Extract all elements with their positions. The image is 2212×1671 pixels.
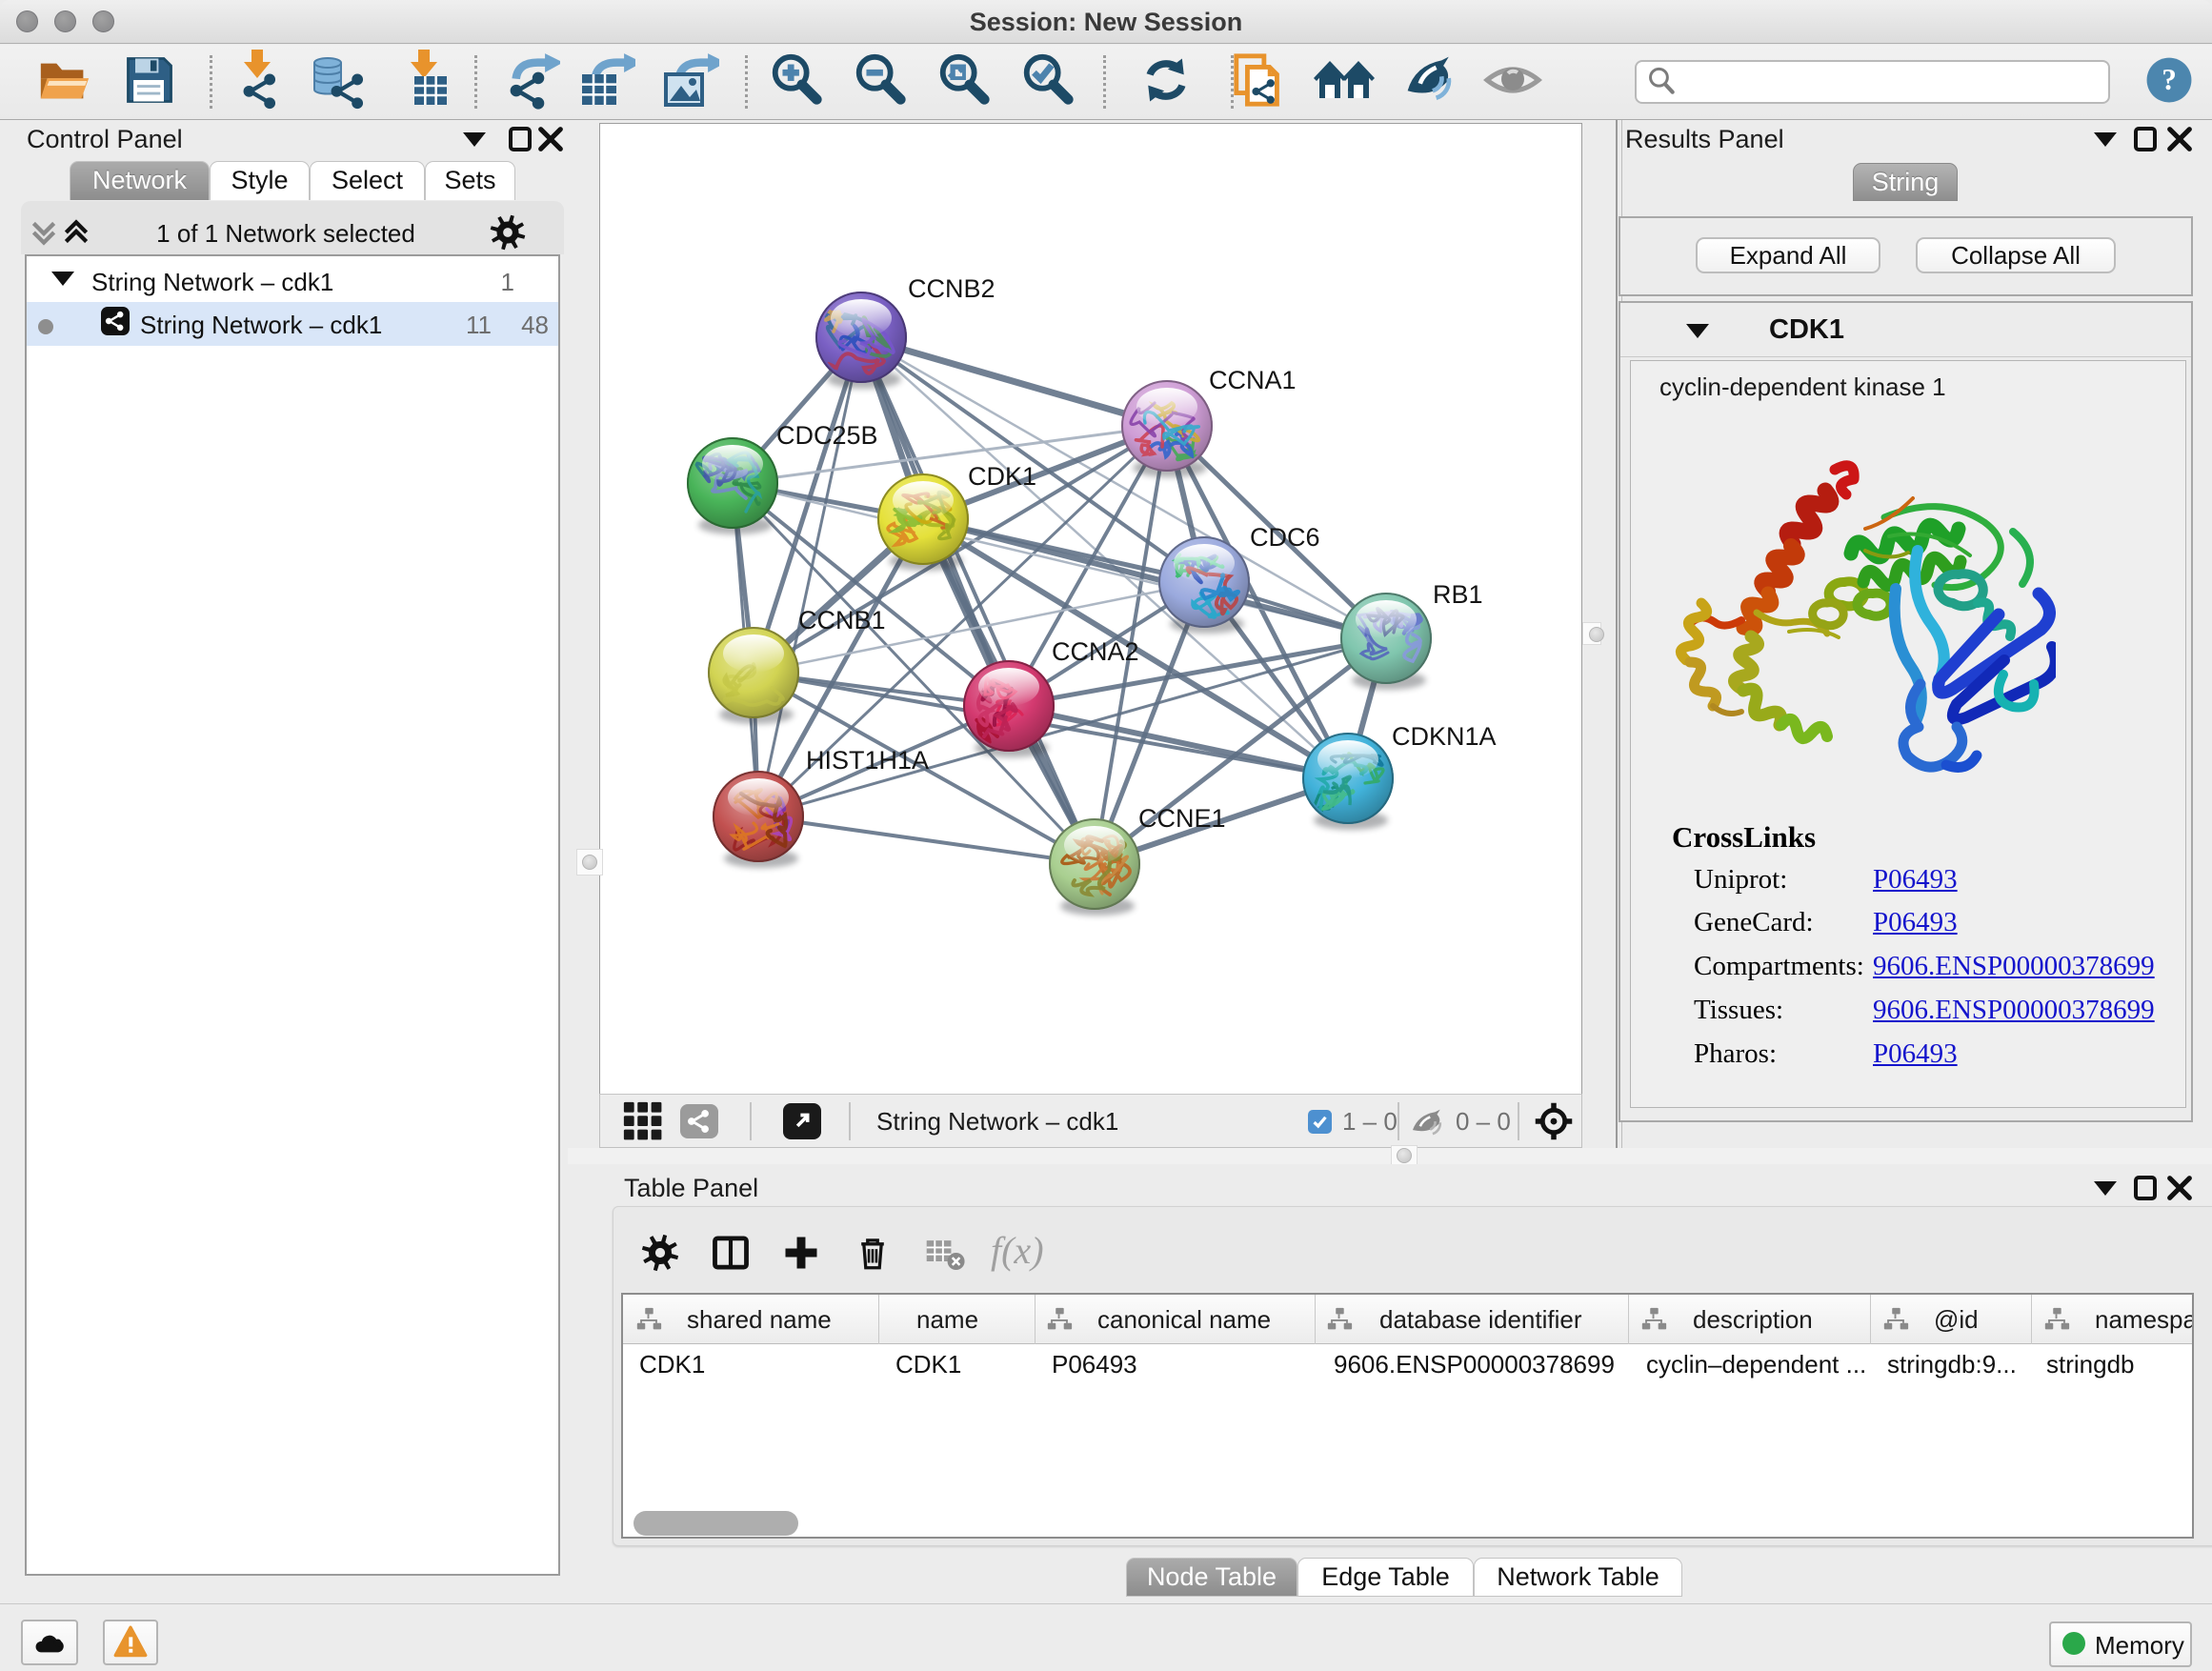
svg-text:CDC25B: CDC25B	[776, 421, 878, 450]
svg-text:HIST1H1A: HIST1H1A	[806, 746, 929, 775]
svg-text:CDC6: CDC6	[1250, 523, 1320, 552]
svg-text:CDK1: CDK1	[968, 462, 1036, 491]
svg-text:CDKN1A: CDKN1A	[1392, 722, 1497, 751]
svg-text:CCNE1: CCNE1	[1138, 804, 1226, 833]
svg-text:RB1: RB1	[1433, 580, 1483, 609]
svg-text:CCNB1: CCNB1	[798, 606, 886, 634]
svg-text:CCNB2: CCNB2	[908, 274, 995, 303]
svg-text:CCNA2: CCNA2	[1052, 637, 1139, 666]
svg-text:CCNA1: CCNA1	[1209, 366, 1297, 394]
svg-text:?: ?	[2162, 63, 2177, 96]
